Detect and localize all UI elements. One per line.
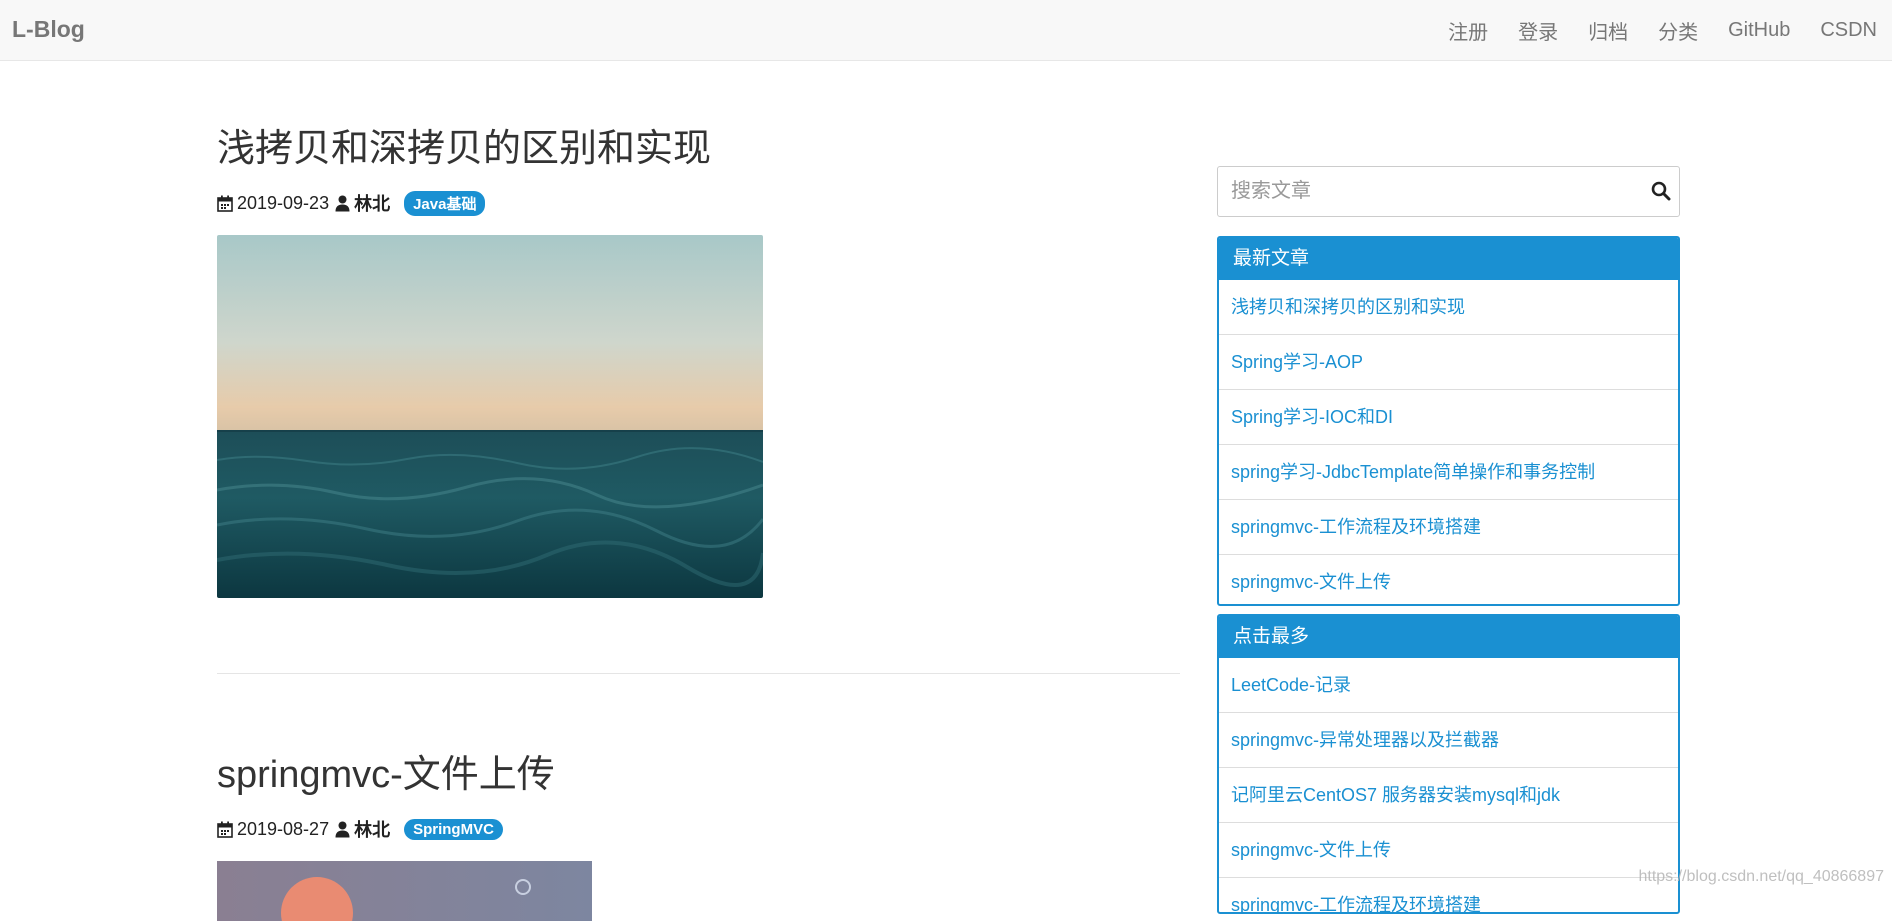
nav-link-register[interactable]: 注册 xyxy=(1433,16,1503,45)
post-title[interactable]: springmvc-文件上传 xyxy=(217,743,592,798)
list-item[interactable]: springmvc-异常处理器以及拦截器 xyxy=(1219,712,1678,767)
list-item[interactable]: spring学习-JdbcTemplate简单操作和事务控制 xyxy=(1219,444,1678,499)
nav-links: 注册 登录 归档 分类 GitHub CSDN xyxy=(1433,0,1892,61)
post-author: 林北 xyxy=(354,820,391,840)
post-date: 2019-09-23 xyxy=(237,192,330,213)
post-date: 2019-08-27 xyxy=(237,818,330,839)
list-item[interactable]: 记阿里云CentOS7 服务器安装mysql和jdk xyxy=(1219,767,1678,822)
post-divider xyxy=(217,673,1180,674)
nav-link-category[interactable]: 分类 xyxy=(1643,16,1713,45)
post-author: 林北 xyxy=(354,194,391,214)
post-meta: 2019-09-23 林北 Java基础 xyxy=(217,190,763,216)
watermark: https://blog.csdn.net/qq_40866897 xyxy=(1638,868,1884,885)
user-icon xyxy=(335,821,350,838)
panel-heading: 点击最多 xyxy=(1219,616,1678,658)
list-item[interactable]: LeetCode-记录 xyxy=(1219,658,1678,712)
post-meta: 2019-08-27 林北 SpringMVC xyxy=(217,816,592,842)
list-item[interactable]: 浅拷贝和深拷贝的区别和实现 xyxy=(1219,280,1678,334)
list-item[interactable]: springmvc-文件上传 xyxy=(1219,822,1678,877)
search-box xyxy=(1217,166,1680,217)
brand-logo[interactable]: L-Blog xyxy=(12,16,85,43)
post-tag[interactable]: SpringMVC xyxy=(404,818,503,840)
list-item[interactable]: Spring学习-IOC和DI xyxy=(1219,389,1678,444)
panel-heading: 最新文章 xyxy=(1219,238,1678,280)
calendar-icon xyxy=(217,821,233,838)
post-tag[interactable]: Java基础 xyxy=(404,190,486,216)
panel-list: 浅拷贝和深拷贝的区别和实现 Spring学习-AOP Spring学习-IOC和… xyxy=(1219,280,1678,604)
latest-posts-panel: 最新文章 浅拷贝和深拷贝的区别和实现 Spring学习-AOP Spring学习… xyxy=(1217,236,1680,606)
list-item[interactable]: springmvc-工作流程及环境搭建 xyxy=(1219,877,1678,912)
popular-posts-panel: 点击最多 LeetCode-记录 springmvc-异常处理器以及拦截器 记阿… xyxy=(1217,614,1680,914)
nav-link-csdn[interactable]: CSDN xyxy=(1805,19,1892,42)
post-cover-image[interactable] xyxy=(217,235,763,598)
post-cover-image[interactable] xyxy=(217,861,592,921)
list-item[interactable]: springmvc-文件上传 xyxy=(1219,554,1678,604)
navbar: L-Blog 注册 登录 归档 分类 GitHub CSDN xyxy=(0,0,1892,61)
search-input[interactable] xyxy=(1218,167,1644,216)
nav-link-archive[interactable]: 归档 xyxy=(1573,16,1643,45)
panel-list: LeetCode-记录 springmvc-异常处理器以及拦截器 记阿里云Cen… xyxy=(1219,658,1678,912)
user-icon xyxy=(335,195,350,212)
nav-link-github[interactable]: GitHub xyxy=(1713,19,1805,42)
search-icon[interactable] xyxy=(1651,181,1671,206)
post-entry: 浅拷贝和深拷贝的区别和实现 2019-09-23 林北 Java基础 xyxy=(217,117,763,598)
list-item[interactable]: springmvc-工作流程及环境搭建 xyxy=(1219,499,1678,554)
post-title[interactable]: 浅拷贝和深拷贝的区别和实现 xyxy=(217,117,763,172)
nav-link-login[interactable]: 登录 xyxy=(1503,16,1573,45)
post-entry: springmvc-文件上传 2019-08-27 林北 SpringMVC xyxy=(217,743,592,921)
list-item[interactable]: Spring学习-AOP xyxy=(1219,334,1678,389)
calendar-icon xyxy=(217,195,233,212)
